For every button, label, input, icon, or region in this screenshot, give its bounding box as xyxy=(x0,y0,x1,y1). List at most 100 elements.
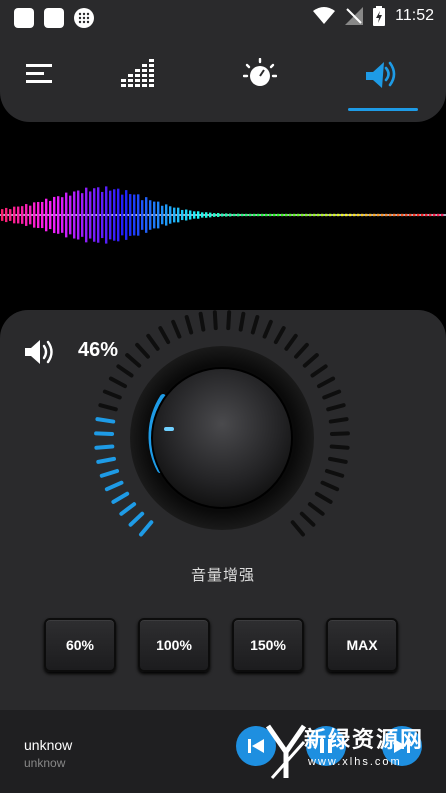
visualizer-bar xyxy=(425,213,428,217)
visualizer-bar xyxy=(9,209,12,221)
volume-tick xyxy=(226,310,232,331)
visualizer-bar xyxy=(305,213,308,217)
wifi-icon xyxy=(313,7,336,24)
volume-tick xyxy=(104,480,124,492)
watermark-logo xyxy=(265,724,307,779)
tab-volume[interactable] xyxy=(352,52,412,96)
visualizer-bar xyxy=(245,213,248,217)
visualizer-bar xyxy=(397,213,400,217)
volume-tick xyxy=(262,319,273,339)
visualizer-bar xyxy=(1,209,4,221)
knob-face xyxy=(151,367,293,509)
volume-tick xyxy=(111,491,130,504)
visualizer-bar xyxy=(17,206,20,224)
volume-tick xyxy=(135,342,150,359)
visualizer-bar xyxy=(365,213,368,217)
visualizer-bar xyxy=(241,213,244,217)
visualizer-bar xyxy=(353,213,356,217)
visualizer-bar xyxy=(329,213,332,217)
volume-tick xyxy=(98,403,118,412)
speaker-icon xyxy=(366,61,396,88)
preset-60-button[interactable]: 60% xyxy=(44,618,116,672)
visualizer-bar xyxy=(157,201,160,229)
volume-panel: 46% 音量增强 60% 100% 150% MAX xyxy=(0,310,446,710)
song-title: unknow xyxy=(24,737,73,753)
volume-tick xyxy=(290,520,305,537)
volume-tick xyxy=(96,456,116,464)
visualizer-bar xyxy=(137,194,140,236)
visualizer-bar xyxy=(77,190,80,240)
visualizer-bar xyxy=(237,213,240,217)
visualizer-bar xyxy=(45,198,48,232)
volume-tick xyxy=(299,511,316,527)
volume-tick xyxy=(329,431,350,436)
visualizer-bar xyxy=(125,190,128,240)
volume-tick xyxy=(119,502,137,516)
visualizer-bar xyxy=(113,189,116,241)
watermark-brand: 新绿资源网 xyxy=(304,727,425,752)
visualizer-bar xyxy=(205,212,208,218)
preset-100-button[interactable]: 100% xyxy=(138,618,210,672)
visualizer-bar xyxy=(53,196,56,234)
watermark: 新绿资源网 www.xlhs.com xyxy=(264,716,444,788)
visualizer-bar xyxy=(13,206,16,224)
volume-tick xyxy=(326,403,346,412)
volume-tick xyxy=(320,480,340,492)
visualizer-bar xyxy=(73,191,76,239)
previous-icon xyxy=(248,739,264,753)
visualizer-bar xyxy=(117,188,120,242)
visualizer-bar xyxy=(213,213,216,217)
tab-bass[interactable] xyxy=(230,52,290,96)
tab-menu[interactable] xyxy=(10,52,70,96)
volume-tick xyxy=(294,342,309,359)
visualizer-bar xyxy=(317,213,320,217)
visualizer-bar xyxy=(433,213,436,217)
visualizer-bar xyxy=(337,213,340,217)
volume-tick xyxy=(94,444,115,450)
visualizer-bar xyxy=(253,213,256,217)
preset-max-button[interactable]: MAX xyxy=(326,618,398,672)
visualizer-bar xyxy=(37,201,40,229)
volume-knob[interactable] xyxy=(75,310,365,560)
visualizer-bar xyxy=(389,213,392,217)
visualizer-bar xyxy=(101,191,104,239)
visualizer-bar xyxy=(173,207,176,223)
volume-tick xyxy=(284,333,298,351)
visualizer-bar xyxy=(409,213,412,217)
visualizer-bar xyxy=(289,213,292,217)
visualizer-bar xyxy=(29,205,32,225)
visualizer-bar xyxy=(81,193,84,237)
visualizer-bar xyxy=(257,213,260,217)
visualizer-bar xyxy=(277,213,280,217)
visualizer-bar xyxy=(429,213,432,217)
visualizer-bar xyxy=(153,201,156,229)
visualizer-bar xyxy=(229,213,232,217)
visualizer-bar xyxy=(377,213,380,217)
visualizer-bar xyxy=(161,205,164,225)
volume-tick xyxy=(310,364,328,378)
visualizer-bar xyxy=(369,213,372,217)
volume-tick xyxy=(307,502,325,516)
knob-indicator xyxy=(164,427,174,431)
visualizer-bar xyxy=(437,213,440,217)
volume-tick xyxy=(158,326,171,345)
preset-150-button[interactable]: 150% xyxy=(232,618,304,672)
volume-tick xyxy=(125,353,142,368)
volume-tick xyxy=(128,511,145,527)
volume-tick xyxy=(116,364,134,378)
volume-tick xyxy=(108,376,128,389)
volume-tick xyxy=(238,311,246,332)
visualizer-bar xyxy=(297,213,300,217)
visualizer-bar xyxy=(181,209,184,221)
visualizer-bar xyxy=(141,200,144,230)
tab-equalizer[interactable] xyxy=(108,52,168,96)
visualizer-bar xyxy=(105,186,108,244)
battery-charging-icon xyxy=(373,6,386,26)
visualizer-bar xyxy=(301,213,304,217)
active-tab-indicator xyxy=(348,108,418,111)
visualizer-bar xyxy=(201,212,204,218)
visualizer-bar xyxy=(309,213,312,217)
visualizer-bar xyxy=(189,210,192,220)
boost-label: 音量增强 xyxy=(190,567,255,584)
visualizer-bar xyxy=(261,213,264,217)
